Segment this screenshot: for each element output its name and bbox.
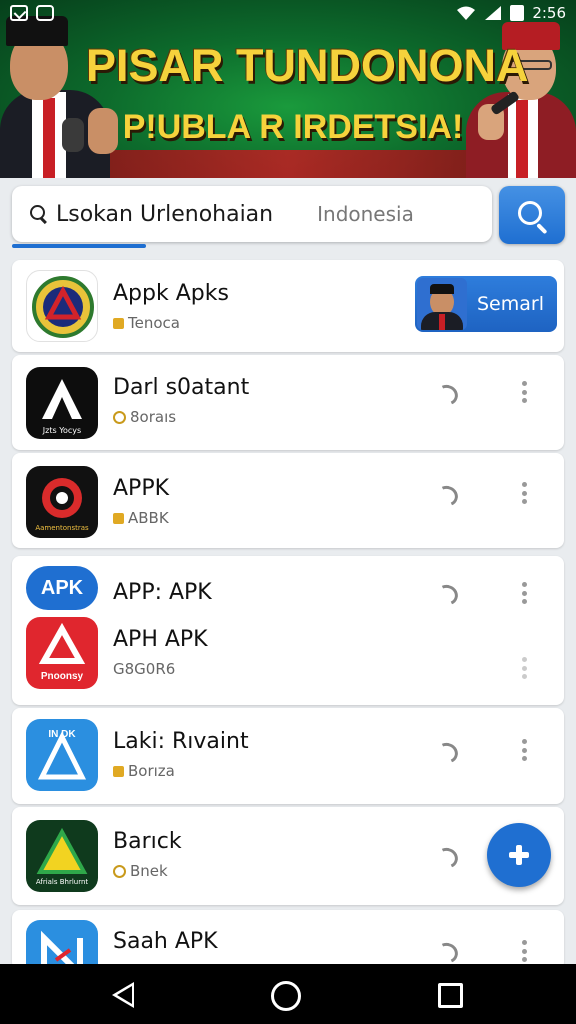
app-meta: ABBK (113, 509, 169, 527)
banner-subtitle: P!UBLA R IRDETSIA! (122, 108, 464, 146)
navigation-bar (0, 964, 576, 1024)
app-meta-text: Bnek (130, 862, 168, 880)
app-meta-text: ABBK (128, 509, 169, 527)
search-bar[interactable]: Lsokan Urlenohaian Indonesia (12, 186, 492, 242)
share-icon[interactable] (434, 483, 458, 503)
a-monogram-icon: IN DK (26, 719, 98, 791)
tag-icon (113, 317, 124, 329)
status-bar: 2:56 (0, 0, 576, 26)
a-triangle-icon: Pnoonsy (26, 617, 98, 689)
tag-icon (113, 765, 124, 777)
search-input[interactable]: Lsokan Urlenohaian (56, 202, 273, 227)
recent-apps-icon[interactable] (438, 983, 463, 1008)
app-meta-text: 8oraıs (130, 408, 177, 426)
share-icon[interactable] (434, 740, 458, 760)
add-fab-button[interactable] (487, 823, 551, 887)
app-meta: G8G0R6 (113, 660, 175, 678)
app-meta: Bnek (113, 862, 168, 880)
gallery-icon (36, 5, 54, 21)
tag-icon (113, 512, 124, 524)
share-icon[interactable] (434, 845, 458, 865)
search-tab-indicator (12, 244, 146, 248)
a-green-icon: Afrials Bhrlurnt (26, 820, 98, 892)
search-button[interactable] (499, 186, 565, 244)
more-options-icon[interactable] (520, 940, 528, 962)
share-icon[interactable] (434, 940, 458, 960)
svg-text:IN DK: IN DK (48, 729, 76, 740)
app-title: Darl s0atant (113, 375, 250, 400)
gear-icon (113, 410, 126, 424)
more-options-icon[interactable] (520, 657, 528, 679)
svg-text:Afrials Bhrlurnt: Afrials Bhrlurnt (36, 878, 89, 886)
svg-text:Pnoonsy: Pnoonsy (41, 671, 84, 682)
search-icon (30, 205, 48, 223)
status-time: 2:56 (532, 4, 566, 22)
notification-icon (10, 5, 28, 21)
svg-text:Jzts Yocys: Jzts Yocys (42, 426, 81, 435)
share-icon[interactable] (434, 582, 458, 602)
app-meta: 8oraıs (113, 408, 176, 426)
shield-emblem-icon (26, 270, 98, 342)
more-options-icon[interactable] (520, 582, 528, 604)
app-title: Appk Apks (113, 281, 229, 306)
app-meta-text: Borıza (128, 762, 175, 780)
more-options-icon[interactable] (520, 482, 528, 504)
header-banner[interactable]: PISAR TUNDONONA P!UBLA R IRDETSIA! (0, 0, 576, 178)
a-letter-icon: Jzts Yocys (26, 367, 98, 439)
apk-badge-icon: APK (26, 566, 98, 610)
app-meta: Borıza (113, 762, 175, 780)
app-title: Saah APK (113, 929, 218, 954)
avatar (417, 278, 467, 330)
share-icon[interactable] (434, 382, 458, 402)
app-meta-text: G8G0R6 (113, 660, 176, 678)
app-title: Barıck (113, 829, 182, 854)
battery-icon (510, 5, 525, 21)
signal-icon (485, 6, 502, 20)
app-title: Laki: Rıvaint (113, 729, 249, 754)
more-options-icon[interactable] (520, 739, 528, 761)
app-title: APH APK (113, 627, 208, 652)
app-action-button[interactable]: Semarl (415, 276, 557, 332)
search-region-placeholder[interactable]: Indonesia (317, 202, 414, 226)
gear-icon (113, 864, 126, 878)
app-action-label: Semarl (477, 293, 544, 315)
more-options-icon[interactable] (520, 381, 528, 403)
app-title: APPK (113, 476, 170, 501)
app-meta-text: Tenoca (128, 314, 180, 332)
back-icon[interactable] (112, 982, 134, 1008)
camera-ring-icon: Aamentonstras (26, 466, 98, 538)
home-icon[interactable] (271, 981, 301, 1011)
app-meta: Tenoca (113, 314, 180, 332)
banner-title: PISAR TUNDONONA (86, 40, 529, 91)
wifi-icon (457, 6, 476, 20)
svg-text:APK: APK (41, 577, 84, 599)
svg-text:Aamentonstras: Aamentonstras (35, 524, 89, 532)
search-button-icon (518, 201, 542, 225)
app-title: APP: APK (113, 580, 212, 605)
